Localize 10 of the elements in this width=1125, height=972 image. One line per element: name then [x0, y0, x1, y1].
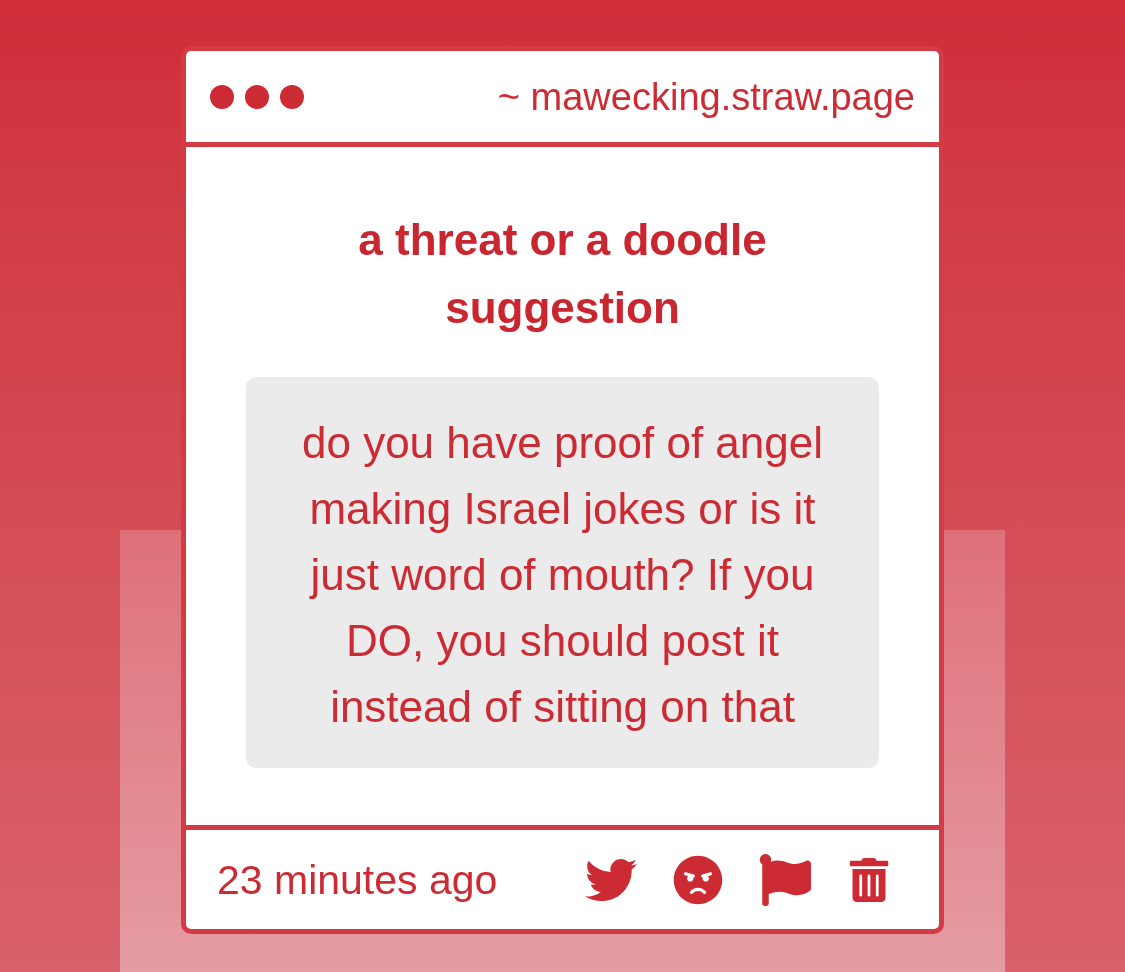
post-title: a threat or a doodle suggestion: [357, 214, 768, 334]
post-time: 23 minutes ago: [217, 856, 498, 903]
page-address: ~ mawecking.straw.page: [497, 74, 915, 119]
message-text: do you have proof of angel making Israel jokes or is it just word of mouth? If you DO, you should post it instead of sitting on that: [246, 377, 879, 768]
window-dot-icon: [210, 84, 234, 109]
window-dot-icon: [280, 84, 304, 109]
trash-icon[interactable]: [847, 857, 891, 902]
flag-icon[interactable]: [759, 853, 811, 906]
angry-face-icon[interactable]: [673, 854, 723, 905]
window-dot-icon: [245, 84, 269, 109]
